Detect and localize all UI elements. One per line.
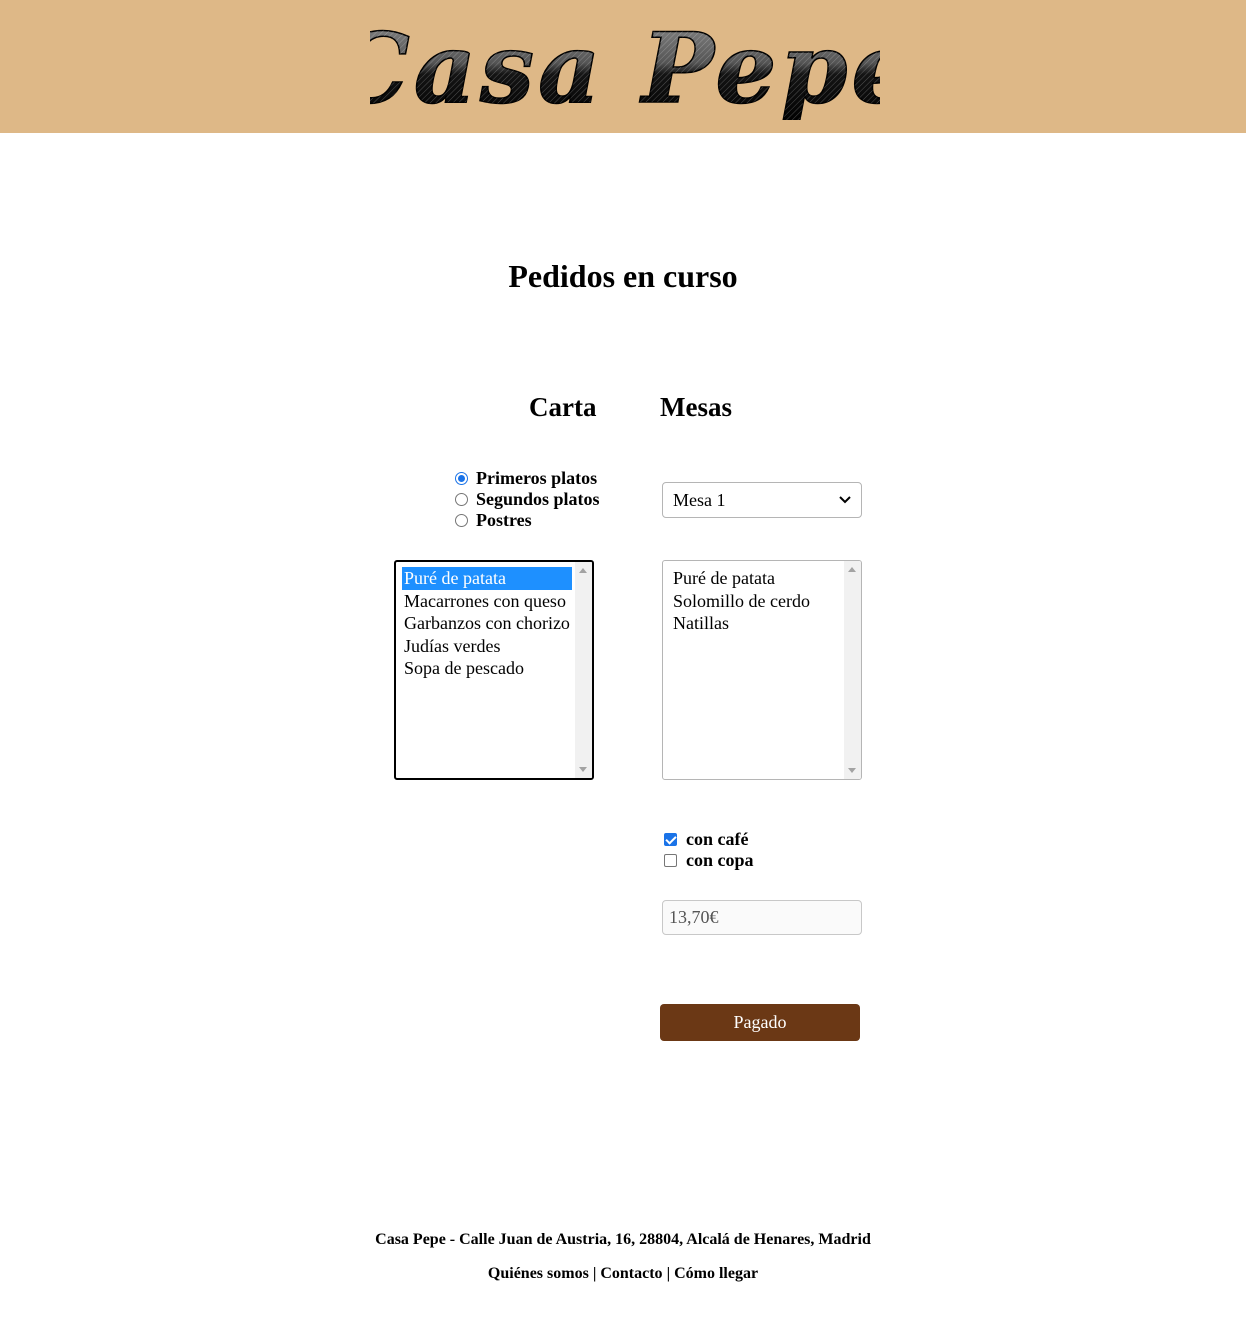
link-como-llegar[interactable]: Cómo llegar bbox=[674, 1265, 758, 1282]
table-select[interactable]: Mesa 1 bbox=[662, 482, 862, 518]
total-value: 13,70€ bbox=[669, 907, 719, 927]
scroll-up-arrow-icon[interactable] bbox=[848, 567, 856, 572]
radio-button-segundos[interactable] bbox=[455, 493, 468, 506]
scroll-down-arrow-icon[interactable] bbox=[848, 768, 856, 773]
order-listbox-scrollbar[interactable] bbox=[844, 561, 861, 779]
radio-label-postres[interactable]: Postres bbox=[476, 510, 532, 531]
radio-button-postres[interactable] bbox=[455, 514, 468, 527]
site-logo: Casa Pepe Casa Pepe bbox=[370, 11, 880, 120]
chevron-down-icon bbox=[839, 496, 851, 504]
link-quienes-somos[interactable]: Quiénes somos bbox=[488, 1265, 589, 1282]
scroll-down-arrow-icon[interactable] bbox=[579, 767, 587, 772]
footer-address: Casa Pepe - Calle Juan de Austria, 16, 2… bbox=[375, 1231, 871, 1248]
checkbox-cafe[interactable] bbox=[664, 833, 677, 846]
mesas-heading: Mesas bbox=[660, 392, 732, 422]
order-listbox[interactable]: Puré de patata Solomillo de cerdo Natill… bbox=[662, 560, 862, 780]
category-radio-group: Primeros platos Segundos platos Postres bbox=[453, 468, 600, 531]
paid-button[interactable]: Pagado bbox=[660, 1004, 860, 1041]
radio-button-primeros[interactable] bbox=[455, 472, 468, 485]
radio-option-segundos[interactable]: Segundos platos bbox=[453, 489, 600, 510]
checkbox-label-copa[interactable]: con copa bbox=[686, 850, 754, 871]
site-header: Casa Pepe Casa Pepe bbox=[0, 0, 1246, 133]
logo-text-hatch: Casa Pepe bbox=[370, 12, 880, 120]
dish-option[interactable]: Judías verdes bbox=[402, 635, 572, 658]
radio-label-segundos[interactable]: Segundos platos bbox=[476, 489, 600, 510]
dish-listbox[interactable]: Puré de patata Macarrones con queso Garb… bbox=[394, 560, 594, 780]
radio-option-primeros[interactable]: Primeros platos bbox=[453, 468, 600, 489]
dish-option[interactable]: Puré de patata bbox=[402, 567, 572, 590]
footer-links: Quiénes somos | Contacto | Cómo llegar bbox=[0, 1265, 1246, 1283]
dish-option[interactable]: Sopa de pescado bbox=[402, 657, 572, 680]
order-item[interactable]: Puré de patata bbox=[671, 567, 839, 590]
radio-label-primeros[interactable]: Primeros platos bbox=[476, 468, 597, 489]
checkbox-copa[interactable] bbox=[664, 854, 677, 867]
scroll-up-arrow-icon[interactable] bbox=[579, 568, 587, 573]
table-select-value: Mesa 1 bbox=[673, 489, 726, 510]
carta-heading: Carta bbox=[529, 392, 597, 422]
total-field[interactable]: 13,70€ bbox=[662, 900, 862, 935]
extra-option-copa[interactable]: con copa bbox=[662, 850, 754, 871]
link-separator: | bbox=[666, 1265, 671, 1282]
page-title: Pedidos en curso bbox=[508, 258, 738, 294]
extra-option-cafe[interactable]: con café bbox=[662, 829, 754, 850]
extras-checkbox-group: con café con copa bbox=[662, 829, 754, 871]
link-separator: | bbox=[592, 1265, 597, 1282]
order-item[interactable]: Natillas bbox=[671, 612, 839, 635]
dish-option[interactable]: Garbanzos con chorizo bbox=[402, 612, 572, 635]
dish-option[interactable]: Macarrones con queso bbox=[402, 590, 572, 613]
radio-option-postres[interactable]: Postres bbox=[453, 510, 600, 531]
link-contacto[interactable]: Contacto bbox=[600, 1265, 662, 1282]
checkbox-label-cafe[interactable]: con café bbox=[686, 829, 748, 850]
order-item[interactable]: Solomillo de cerdo bbox=[671, 590, 839, 613]
dish-listbox-scrollbar[interactable] bbox=[575, 562, 592, 778]
